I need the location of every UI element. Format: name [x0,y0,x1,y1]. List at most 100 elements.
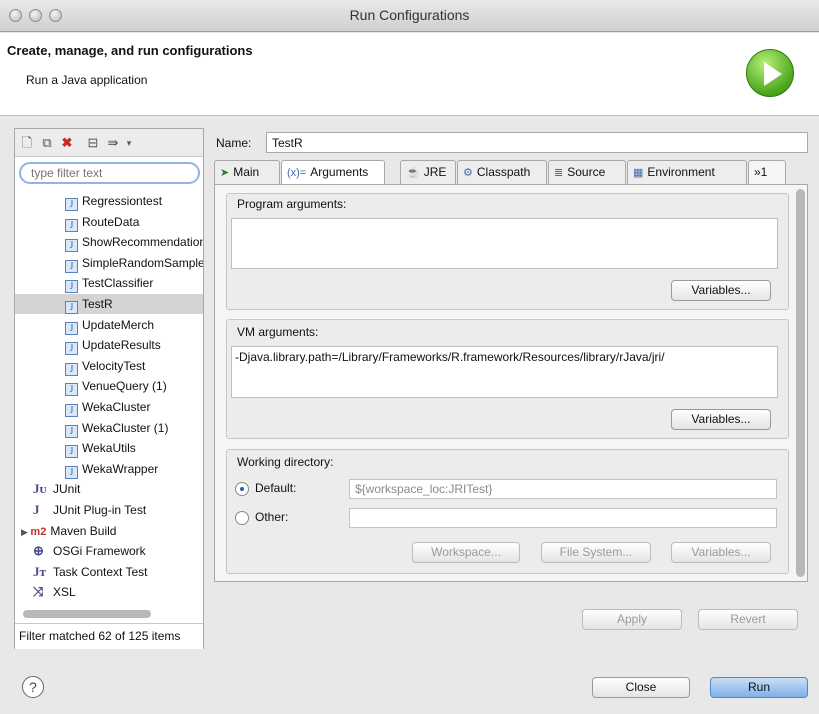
tree-item-label: SimpleRandomSampler [82,255,203,270]
tree-category[interactable]: Jᴜ JUnit [15,479,203,499]
tree-item-java-app[interactable]: J VelocityTest [15,356,203,376]
java-app-icon: J [65,259,78,273]
name-label: Name: [216,136,252,150]
tree-item-java-app[interactable]: J ShowRecommendations [15,232,203,253]
collapse-all-icon[interactable]: ⊟ [85,135,101,151]
tree-item-java-app[interactable]: J TestR [15,294,203,314]
dialog-header: Create, manage, and run configurations R… [0,33,819,116]
run-icon [746,49,794,97]
java-app-icon: J [65,198,78,211]
classpath-tab-icon: ⚙ [463,167,473,179]
category-icon: J [33,502,40,517]
tree-item-java-app[interactable]: J VenueQuery (1) [15,376,203,397]
tree-item-java-app[interactable]: J UpdateResults [15,335,203,356]
horizontal-scrollbar[interactable] [23,610,151,618]
close-button[interactable]: Close [592,677,690,698]
java-app-icon: J [65,445,78,459]
tree-item-java-app[interactable]: J RouteData [15,212,203,232]
config-tabs: ➤ Main (x)= Arguments ☕ JRE ⚙ Classpath ≣ Sou… [214,160,806,185]
default-radio[interactable] [235,482,249,496]
tree-item-java-app[interactable]: J WekaCluster (1) [15,418,203,438]
delete-icon[interactable]: ✖ [59,135,75,151]
working-directory-group: Working directory: Default: ${workspace_… [226,449,789,574]
tree-item-java-app[interactable]: J Regressiontest [15,191,203,211]
tab-arguments[interactable]: (x)= Arguments [281,160,385,185]
expand-arrow-icon[interactable]: ▶ [21,527,30,537]
vm-variables-button[interactable]: Variables... [671,409,771,430]
workspace-button[interactable]: Workspace... [412,542,520,563]
tab-environment-label: Environment [647,165,715,179]
tree-item-java-app[interactable]: J TestClassifier [15,273,203,294]
java-app-icon: J [65,362,78,376]
working-dir-label: Working directory: [237,455,334,469]
filter-input[interactable] [19,162,200,184]
tree-item-java-app[interactable]: J WekaUtils [15,438,203,459]
other-radio[interactable] [235,511,249,525]
tab-classpath-label: Classpath [476,165,531,179]
program-args-field[interactable] [231,218,778,269]
name-field[interactable]: TestR [266,132,808,153]
tree-category-label: Task Context Test [53,564,148,579]
tab-jre[interactable]: ☕ JRE [400,160,456,184]
java-app-icon: J [65,321,78,335]
vm-args-group: VM arguments: -Djava.library.path=/Libra… [226,319,789,439]
tab-jre-label: JRE [423,165,447,179]
arguments-tab-icon: (x)= [287,167,307,179]
other-dir-field[interactable] [349,508,777,528]
tree-category[interactable]: ⤨ XSL [15,582,203,602]
program-args-group: Program arguments: Variables... [226,193,789,310]
tree-item-label: TestR [82,297,113,311]
tab-main-label: Main [233,165,260,179]
configuration-list-panel: 🗋 ⧉ ✖ ⊟ ⇛ ▾ J Regressiontest J RouteData J Sh… [14,128,204,649]
config-toolbar: 🗋 ⧉ ✖ ⊟ ⇛ ▾ [15,129,203,157]
help-icon[interactable]: ? [22,676,44,698]
tree-item-java-app[interactable]: J WekaCluster [15,397,203,417]
file-system-button[interactable]: File System... [541,542,651,563]
vm-args-field[interactable]: -Djava.library.path=/Library/Frameworks/… [231,346,778,398]
main-tab-icon: ➤ [220,167,230,179]
category-icon: m2 [30,525,47,538]
window-title: Run Configurations [349,7,470,23]
tree-item-label: Regressiontest [82,194,163,208]
tree-item-java-app[interactable]: J SimpleRandomSampler [15,253,203,273]
program-variables-button[interactable]: Variables... [671,280,771,301]
filter-menu-icon[interactable]: ⇛ [105,135,121,151]
title-bar: Run Configurations [0,0,819,32]
apply-button[interactable]: Apply [582,609,682,630]
tab-overflow[interactable]: »1 [748,160,786,184]
tree-category[interactable]: ⊕ OSGi Framework [15,541,203,561]
tab-main[interactable]: ➤ Main [214,160,280,184]
vm-args-label: VM arguments: [237,325,319,339]
tab-source[interactable]: ≣ Source [548,160,626,184]
tab-classpath[interactable]: ⚙ Classpath [457,160,547,184]
tree-item-label: UpdateResults [82,338,161,353]
tree-item-java-app[interactable]: J WekaWrapper [15,459,203,479]
header-title: Create, manage, and run configurations [7,43,253,58]
java-app-icon: J [65,383,78,397]
new-config-icon[interactable]: 🗋 [19,135,35,151]
category-icon: ⊕ [33,543,44,559]
tree-category-label: XSL [53,585,76,600]
tab-source-label: Source [567,165,606,179]
default-label: Default: [255,481,297,495]
revert-button[interactable]: Revert [698,609,798,630]
other-label: Other: [255,510,289,524]
tree-category[interactable]: J JUnit Plug-in Test [15,500,203,520]
java-app-icon: J [65,301,78,314]
environment-tab-icon: ▦ [633,167,644,179]
tree-category[interactable]: Jᴛ Task Context Test [15,562,203,582]
duplicate-icon[interactable]: ⧉ [39,135,55,151]
working-variables-button[interactable]: Variables... [671,542,771,563]
java-app-icon: J [65,424,78,438]
tree-category-label: JUnit [53,482,81,497]
tree-item-label: WekaCluster [82,400,151,414]
tab-environment[interactable]: ▦ Environment [627,160,747,184]
tree-item-java-app[interactable]: J UpdateMerch [15,315,203,335]
run-button[interactable]: Run [710,677,808,698]
category-icon: Jᴜ [33,481,47,497]
vertical-scrollbar[interactable] [796,189,805,577]
chevron-down-icon[interactable]: ▾ [121,135,137,151]
tree-category[interactable]: ▶ m2 Maven Build [15,521,203,541]
tree-item-label: WekaCluster (1) [82,420,169,435]
jre-tab-icon: ☕ [406,167,420,179]
